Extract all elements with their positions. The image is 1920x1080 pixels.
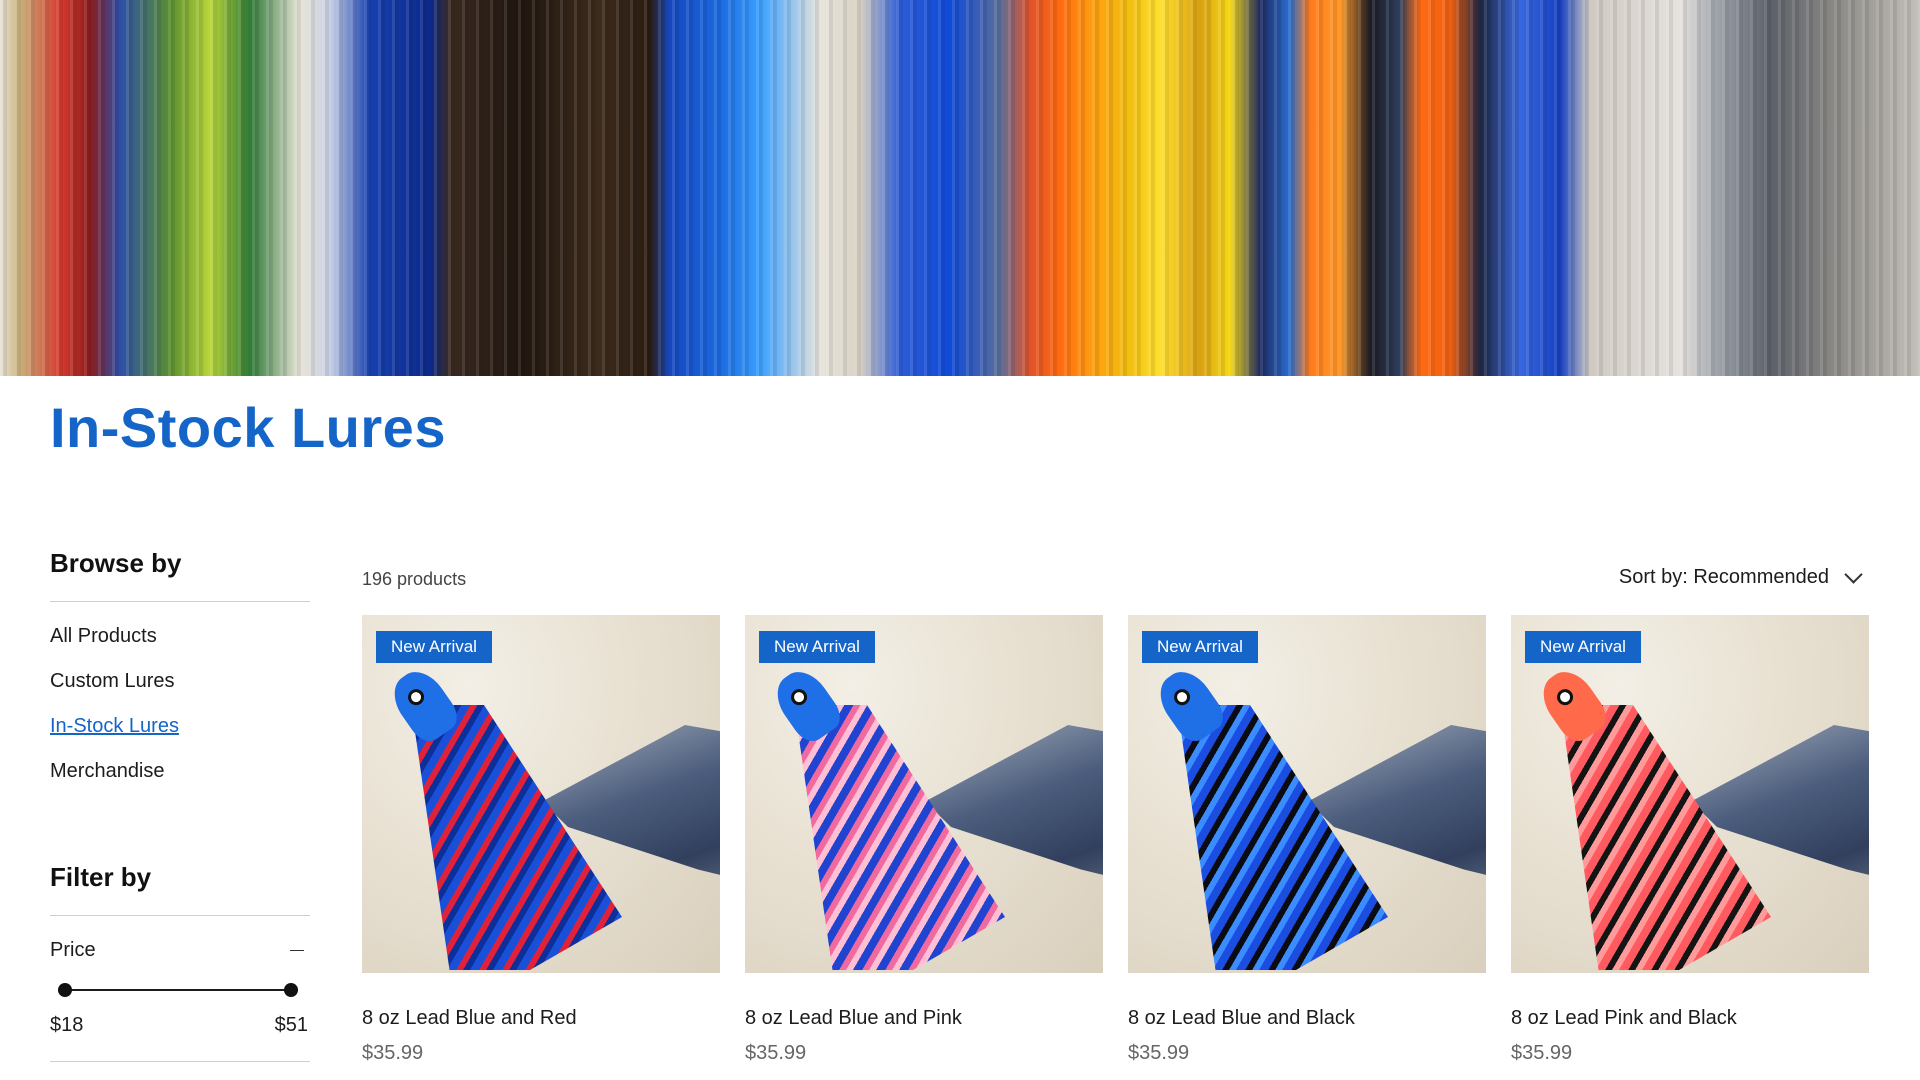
lure-skirt xyxy=(1181,705,1388,970)
product-name[interactable]: 8 oz Lead Pink and Black xyxy=(1511,1007,1869,1030)
filter-heading: Filter by xyxy=(50,862,152,892)
product-image[interactable]: New Arrival xyxy=(1128,615,1486,973)
chevron-down-icon xyxy=(1844,565,1863,584)
product-price: $35.99 xyxy=(1128,1042,1190,1064)
divider xyxy=(50,601,310,602)
browse-list: All Products Custom Lures In-Stock Lures… xyxy=(50,614,310,794)
price-min-value: $18 xyxy=(50,1014,84,1036)
price-slider[interactable] xyxy=(58,980,298,1000)
product-name[interactable]: 8 oz Lead Blue and Black xyxy=(1128,1007,1486,1030)
price-range-values: $18 $51 xyxy=(50,1014,308,1037)
page-title: In-Stock Lures xyxy=(50,396,446,459)
lure-eye xyxy=(1170,685,1194,709)
nav-item-in-stock-lures[interactable]: In-Stock Lures xyxy=(50,704,310,749)
nav-item-custom-lures[interactable]: Custom Lures xyxy=(50,659,310,704)
product-card[interactable]: New Arrival 8 oz Lead Blue and Pink $35.… xyxy=(745,615,1103,1065)
product-price: $35.99 xyxy=(745,1042,807,1064)
new-arrival-badge: New Arrival xyxy=(1142,631,1258,663)
sidebar: Browse by All Products Custom Lures In-S… xyxy=(50,548,310,1062)
slider-handle-min[interactable] xyxy=(58,983,72,997)
price-max-value: $51 xyxy=(274,1014,308,1036)
divider xyxy=(50,1061,310,1062)
product-name[interactable]: 8 oz Lead Blue and Red xyxy=(362,1007,720,1030)
lure-skirt xyxy=(1564,705,1771,970)
sort-dropdown[interactable]: Sort by: Recommended xyxy=(1618,565,1863,589)
browse-heading: Browse by xyxy=(50,548,182,578)
sort-label: Sort by: Recommended xyxy=(1618,566,1829,588)
lure-eye xyxy=(1553,685,1577,709)
product-card[interactable]: New Arrival 8 oz Lead Blue and Black $35… xyxy=(1128,615,1486,1065)
product-price: $35.99 xyxy=(1511,1042,1573,1064)
product-count: 196 products xyxy=(362,569,467,589)
slider-handle-max[interactable] xyxy=(284,983,298,997)
lure-eye xyxy=(787,685,811,709)
product-card[interactable]: New Arrival 8 oz Lead Blue and Red $35.9… xyxy=(362,615,720,1065)
product-grid: New Arrival 8 oz Lead Blue and Red $35.9… xyxy=(362,615,1869,1065)
lure-skirt xyxy=(798,705,1005,970)
product-image[interactable]: New Arrival xyxy=(362,615,720,973)
product-image[interactable]: New Arrival xyxy=(1511,615,1869,973)
lure-skirt xyxy=(415,705,622,970)
nav-item-merchandise[interactable]: Merchandise xyxy=(50,749,310,794)
lure-eye xyxy=(404,685,428,709)
hero-banner-image xyxy=(0,0,1920,376)
divider xyxy=(50,915,310,916)
new-arrival-badge: New Arrival xyxy=(1525,631,1641,663)
product-image[interactable]: New Arrival xyxy=(745,615,1103,973)
collapse-minus-icon[interactable] xyxy=(290,949,304,951)
nav-item-all-products[interactable]: All Products xyxy=(50,614,310,659)
slider-track xyxy=(58,989,298,991)
price-filter-header[interactable]: Price xyxy=(50,930,310,970)
price-filter-label: Price xyxy=(50,938,96,961)
new-arrival-badge: New Arrival xyxy=(376,631,492,663)
product-name[interactable]: 8 oz Lead Blue and Pink xyxy=(745,1007,1103,1030)
product-card[interactable]: New Arrival 8 oz Lead Pink and Black $35… xyxy=(1511,615,1869,1065)
new-arrival-badge: New Arrival xyxy=(759,631,875,663)
product-price: $35.99 xyxy=(362,1042,424,1064)
